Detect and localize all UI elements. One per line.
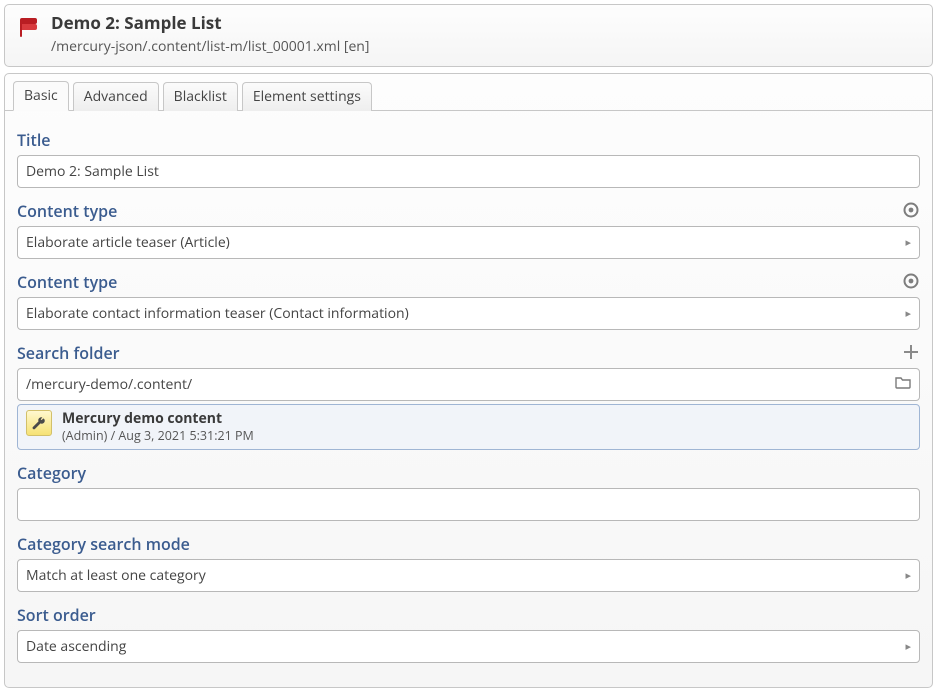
category-search-mode-select[interactable]: Match at least one category ▸ (17, 559, 920, 592)
category-input[interactable] (17, 488, 920, 521)
field-content-type-1: Content type Elaborate article teaser (A… (17, 194, 920, 259)
chevron-right-icon: ▸ (905, 235, 911, 250)
page-path: /mercury-json/.content/list-m/list_00001… (51, 37, 369, 56)
form-body: Title Content type Elaborate article tea… (5, 111, 932, 686)
field-sort-order: Sort order Date ascending ▸ (17, 598, 920, 663)
chevron-right-icon: ▸ (905, 568, 911, 583)
field-search-folder: Search folder /mercury-demo/.content/ Me… (17, 336, 920, 449)
title-input[interactable] (17, 155, 920, 188)
resource-meta: (Admin) / Aug 3, 2021 5:31:21 PM (62, 428, 254, 444)
resource-title: Mercury demo content (62, 410, 254, 428)
tab-advanced[interactable]: Advanced (73, 82, 159, 111)
search-folder-resource[interactable]: Mercury demo content (Admin) / Aug 3, 20… (17, 404, 920, 449)
field-content-type-2: Content type Elaborate contact informati… (17, 265, 920, 330)
field-category-search-mode: Category search mode Match at least one … (17, 527, 920, 592)
field-label-sort-order: Sort order (17, 598, 96, 630)
target-icon[interactable] (902, 201, 920, 219)
plus-icon[interactable] (902, 343, 920, 361)
field-label-content-type-2: Content type (17, 265, 117, 297)
field-label-search-folder: Search folder (17, 336, 120, 368)
page-title: Demo 2: Sample List (51, 13, 369, 33)
content-type-icon (17, 15, 41, 39)
chevron-right-icon: ▸ (905, 306, 911, 321)
header-panel: Demo 2: Sample List /mercury-json/.conte… (4, 4, 933, 67)
tab-basic[interactable]: Basic (13, 81, 69, 111)
category-search-mode-value: Match at least one category (26, 566, 206, 585)
field-title: Title (17, 123, 920, 188)
field-label-category-search-mode: Category search mode (17, 527, 190, 559)
content-type-2-value: Elaborate contact information teaser (Co… (26, 304, 409, 323)
chevron-right-icon: ▸ (905, 639, 911, 654)
target-icon[interactable] (902, 272, 920, 290)
tab-blacklist[interactable]: Blacklist (163, 82, 238, 111)
tab-element-settings[interactable]: Element settings (242, 82, 372, 111)
sort-order-value: Date ascending (26, 637, 126, 656)
field-category: Category (17, 456, 920, 521)
field-label-category: Category (17, 456, 86, 488)
field-label-content-type-1: Content type (17, 194, 117, 226)
wrench-icon (26, 410, 52, 436)
editor-panel: Basic Advanced Blacklist Element setting… (4, 73, 933, 687)
field-label-title: Title (17, 123, 51, 155)
tab-bar: Basic Advanced Blacklist Element setting… (5, 74, 932, 111)
folder-icon (895, 375, 911, 394)
content-type-1-value: Elaborate article teaser (Article) (26, 233, 230, 252)
content-type-1-select[interactable]: Elaborate article teaser (Article) ▸ (17, 226, 920, 259)
search-folder-select[interactable]: /mercury-demo/.content/ (17, 368, 920, 401)
search-folder-value: /mercury-demo/.content/ (26, 375, 192, 394)
sort-order-select[interactable]: Date ascending ▸ (17, 630, 920, 663)
content-type-2-select[interactable]: Elaborate contact information teaser (Co… (17, 297, 920, 330)
